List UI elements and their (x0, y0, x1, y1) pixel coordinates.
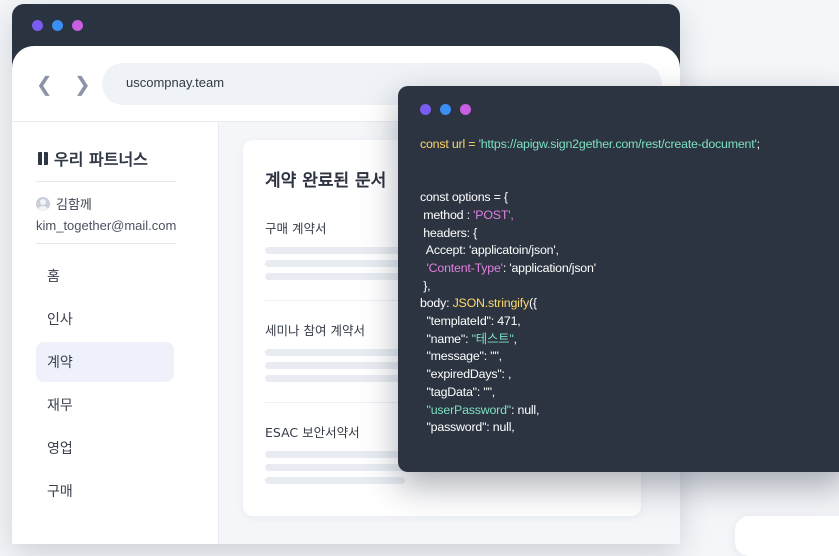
chevron-left-icon[interactable]: ❮ (36, 74, 53, 94)
window-controls (32, 20, 83, 31)
sidebar-item-label: 구매 (47, 484, 73, 500)
code-token: body: (420, 296, 453, 311)
placeholder-line (265, 273, 405, 280)
code-token: , (513, 331, 517, 346)
code-token: JSON.stringify (452, 296, 530, 311)
code-line: 'Content-Type': 'application/json' (420, 260, 760, 278)
code-line: "name": "테스트", (420, 331, 760, 349)
placeholder-line (265, 375, 405, 382)
code-line: method : 'POST', (420, 207, 760, 225)
code-token: ; (756, 137, 760, 151)
code-line: body: JSON.stringify({ (420, 295, 760, 313)
code-line: "password": null, (420, 420, 515, 435)
placeholder-line (265, 477, 405, 484)
placeholder-line (265, 260, 405, 267)
code-line: Accept: 'applicatoin/json', (420, 243, 559, 258)
card-title: 계약 완료된 문서 (265, 171, 387, 191)
code-line: "message": "", (420, 349, 502, 364)
minimize-dot[interactable] (440, 104, 451, 115)
code-line: "templateId": 471, (420, 314, 521, 329)
sidebar-menu: 홈 인사 계약 재무 영업 구매 (36, 256, 174, 514)
sidebar-item-label: 영업 (47, 441, 73, 457)
user-info: 김함께 (36, 194, 92, 213)
maximize-dot[interactable] (460, 104, 471, 115)
sidebar-item-label: 재무 (47, 398, 73, 414)
code-window: const url = 'https://apigw.sign2gether.c… (398, 86, 839, 472)
window-controls (420, 104, 471, 115)
sidebar-item-finance[interactable]: 재무 (36, 385, 174, 425)
code-token: "테스트" (471, 331, 514, 346)
sidebar-item-purchase[interactable]: 구매 (36, 471, 174, 511)
user-name: 김함께 (56, 197, 92, 212)
close-dot[interactable] (32, 20, 43, 31)
sidebar-item-label: 홈 (47, 269, 60, 285)
code-token: const url = (420, 137, 479, 151)
sidebar-divider (36, 243, 176, 244)
url-text: uscompnay.team (126, 75, 225, 90)
placeholder-line (265, 247, 405, 254)
sidebar-item-label: 인사 (47, 312, 73, 328)
brand-name: 우리 파트너스 (54, 150, 148, 169)
code-line: const options = { (420, 190, 508, 205)
placeholder-line (265, 451, 405, 458)
code-line: "userPassword": null, (420, 402, 760, 420)
sidebar-item-hr[interactable]: 인사 (36, 299, 174, 339)
user-email: kim_together@mail.com (36, 218, 177, 233)
minimize-dot[interactable] (52, 20, 63, 31)
code-token: "userPassword" (426, 402, 512, 417)
brand[interactable]: 우리 파트너스 (38, 146, 148, 170)
placeholder-line (265, 464, 405, 471)
code-token: ({ (528, 296, 537, 311)
placeholder-line (265, 362, 405, 369)
sidebar-item-contract[interactable]: 계약 (36, 342, 174, 382)
code-line: headers: { (420, 225, 478, 240)
sidebar-item-home[interactable]: 홈 (36, 256, 174, 296)
code-token: : 'application/json' (502, 260, 596, 275)
code-line: "expiredDays": , (420, 367, 512, 382)
close-dot[interactable] (420, 104, 431, 115)
chevron-right-icon[interactable]: ❯ (74, 74, 91, 94)
code-line: "tagData": "", (420, 384, 496, 399)
maximize-dot[interactable] (72, 20, 83, 31)
background-card (735, 516, 839, 556)
code-token: "name": (420, 331, 472, 346)
sidebar-item-sales[interactable]: 영업 (36, 428, 174, 468)
code-token: 'https://apigw.sign2gether.com/rest/crea… (478, 137, 757, 151)
sidebar-item-label: 계약 (47, 355, 73, 371)
code-token: 'Content-Type' (426, 260, 504, 275)
code-block: const url = 'https://apigw.sign2gether.c… (420, 136, 760, 437)
code-token: : null, (511, 402, 540, 417)
code-token: 'POST', (473, 207, 514, 222)
sidebar: 우리 파트너스 김함께 kim_together@mail.com 홈 인사 계… (12, 122, 218, 544)
code-token: method : (420, 207, 474, 222)
code-line: const url = 'https://apigw.sign2gether.c… (420, 136, 760, 154)
sidebar-divider (36, 181, 176, 182)
book-icon (38, 151, 48, 165)
placeholder-line (265, 349, 405, 356)
avatar-icon (36, 196, 50, 211)
code-line: }, (420, 278, 431, 293)
